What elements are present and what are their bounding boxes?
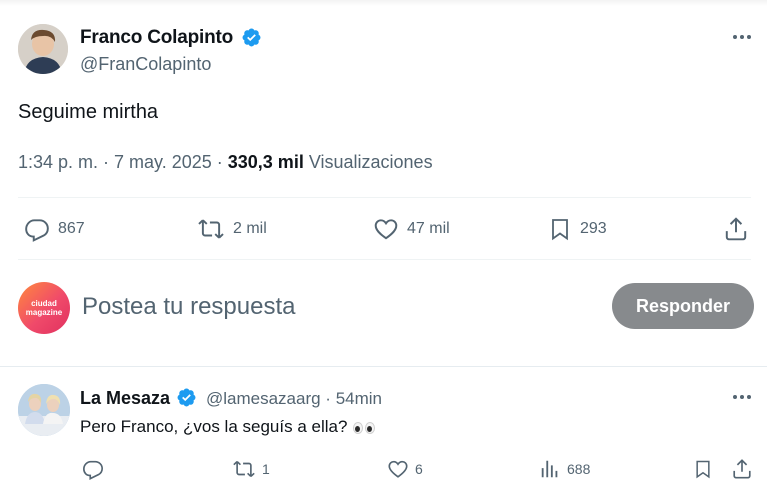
reply-author-name[interactable]: La Mesaza (80, 388, 170, 409)
bookmark-action[interactable]: 293 (548, 216, 607, 242)
more-options-icon[interactable] (730, 32, 754, 42)
reply-input[interactable]: Postea tu respuesta (82, 293, 295, 321)
reply-text: Pero Franco, ¿vos la seguís a ella? (80, 417, 376, 437)
reply-count: 867 (58, 220, 85, 237)
author-name[interactable]: Franco Colapinto (80, 27, 233, 49)
reply-views-action[interactable]: 688 (539, 458, 590, 480)
views-chart-icon (541, 460, 558, 478)
reply-action[interactable]: 867 (24, 216, 85, 242)
author-avatar[interactable] (18, 24, 68, 74)
heart-icon (374, 219, 398, 240)
reply-icon (25, 219, 49, 242)
reply-author-avatar[interactable] (18, 384, 70, 436)
avatar-text: ciudad (31, 299, 57, 308)
reply-icon (83, 460, 103, 480)
reply-reply-action[interactable] (82, 458, 104, 480)
like-count: 47 mil (407, 220, 450, 237)
retweet-icon (233, 460, 255, 478)
reply-retweet-action[interactable]: 1 (232, 458, 270, 480)
reply-bookmark-action[interactable] (693, 458, 713, 480)
views-count: 330,3 mil (227, 152, 304, 172)
avatar-text: magazine (25, 308, 63, 317)
retweet-icon (198, 219, 224, 239)
top-edge (0, 0, 767, 6)
like-action[interactable]: 47 mil (373, 216, 450, 242)
section-divider (0, 366, 767, 367)
verified-badge-icon (177, 388, 196, 407)
reply-like-count: 6 (415, 461, 423, 477)
reply-retweet-count: 1 (262, 461, 270, 477)
bookmark-icon (552, 219, 568, 241)
retweet-count: 2 mil (233, 220, 267, 237)
my-avatar[interactable]: ciudad magazine (18, 282, 70, 334)
bookmark-count: 293 (580, 220, 607, 237)
reply-like-action[interactable]: 6 (387, 458, 423, 480)
share-icon (733, 459, 751, 479)
more-options-icon[interactable] (730, 392, 754, 402)
tweet-text: Seguime mirtha (18, 101, 159, 123)
reply-share-action[interactable] (731, 457, 753, 481)
divider (18, 259, 751, 260)
tweet-meta: 1:34 p. m. · 7 may. 2025 · 330,3 mil Vis… (18, 152, 433, 173)
reply-button[interactable]: Responder (612, 283, 754, 329)
eyes-emoji-icon (353, 421, 376, 434)
verified-badge-icon (242, 28, 261, 47)
divider (18, 197, 751, 198)
tweet-timestamp[interactable]: 1:34 p. m. · 7 may. 2025 · (18, 152, 228, 172)
views-label: Visualizaciones (303, 152, 433, 172)
reply-author-handle[interactable]: @lamesazaarg · 54min (206, 389, 382, 409)
share-action[interactable] (723, 215, 749, 243)
retweet-action[interactable]: 2 mil (197, 216, 267, 242)
reply-text-content: Pero Franco, ¿vos la seguís a ella? (80, 417, 348, 436)
share-icon (725, 217, 747, 241)
heart-icon (388, 460, 408, 478)
author-handle[interactable]: @FranColapinto (80, 54, 211, 75)
reply-views-count: 688 (567, 461, 591, 477)
bookmark-icon (696, 460, 710, 479)
